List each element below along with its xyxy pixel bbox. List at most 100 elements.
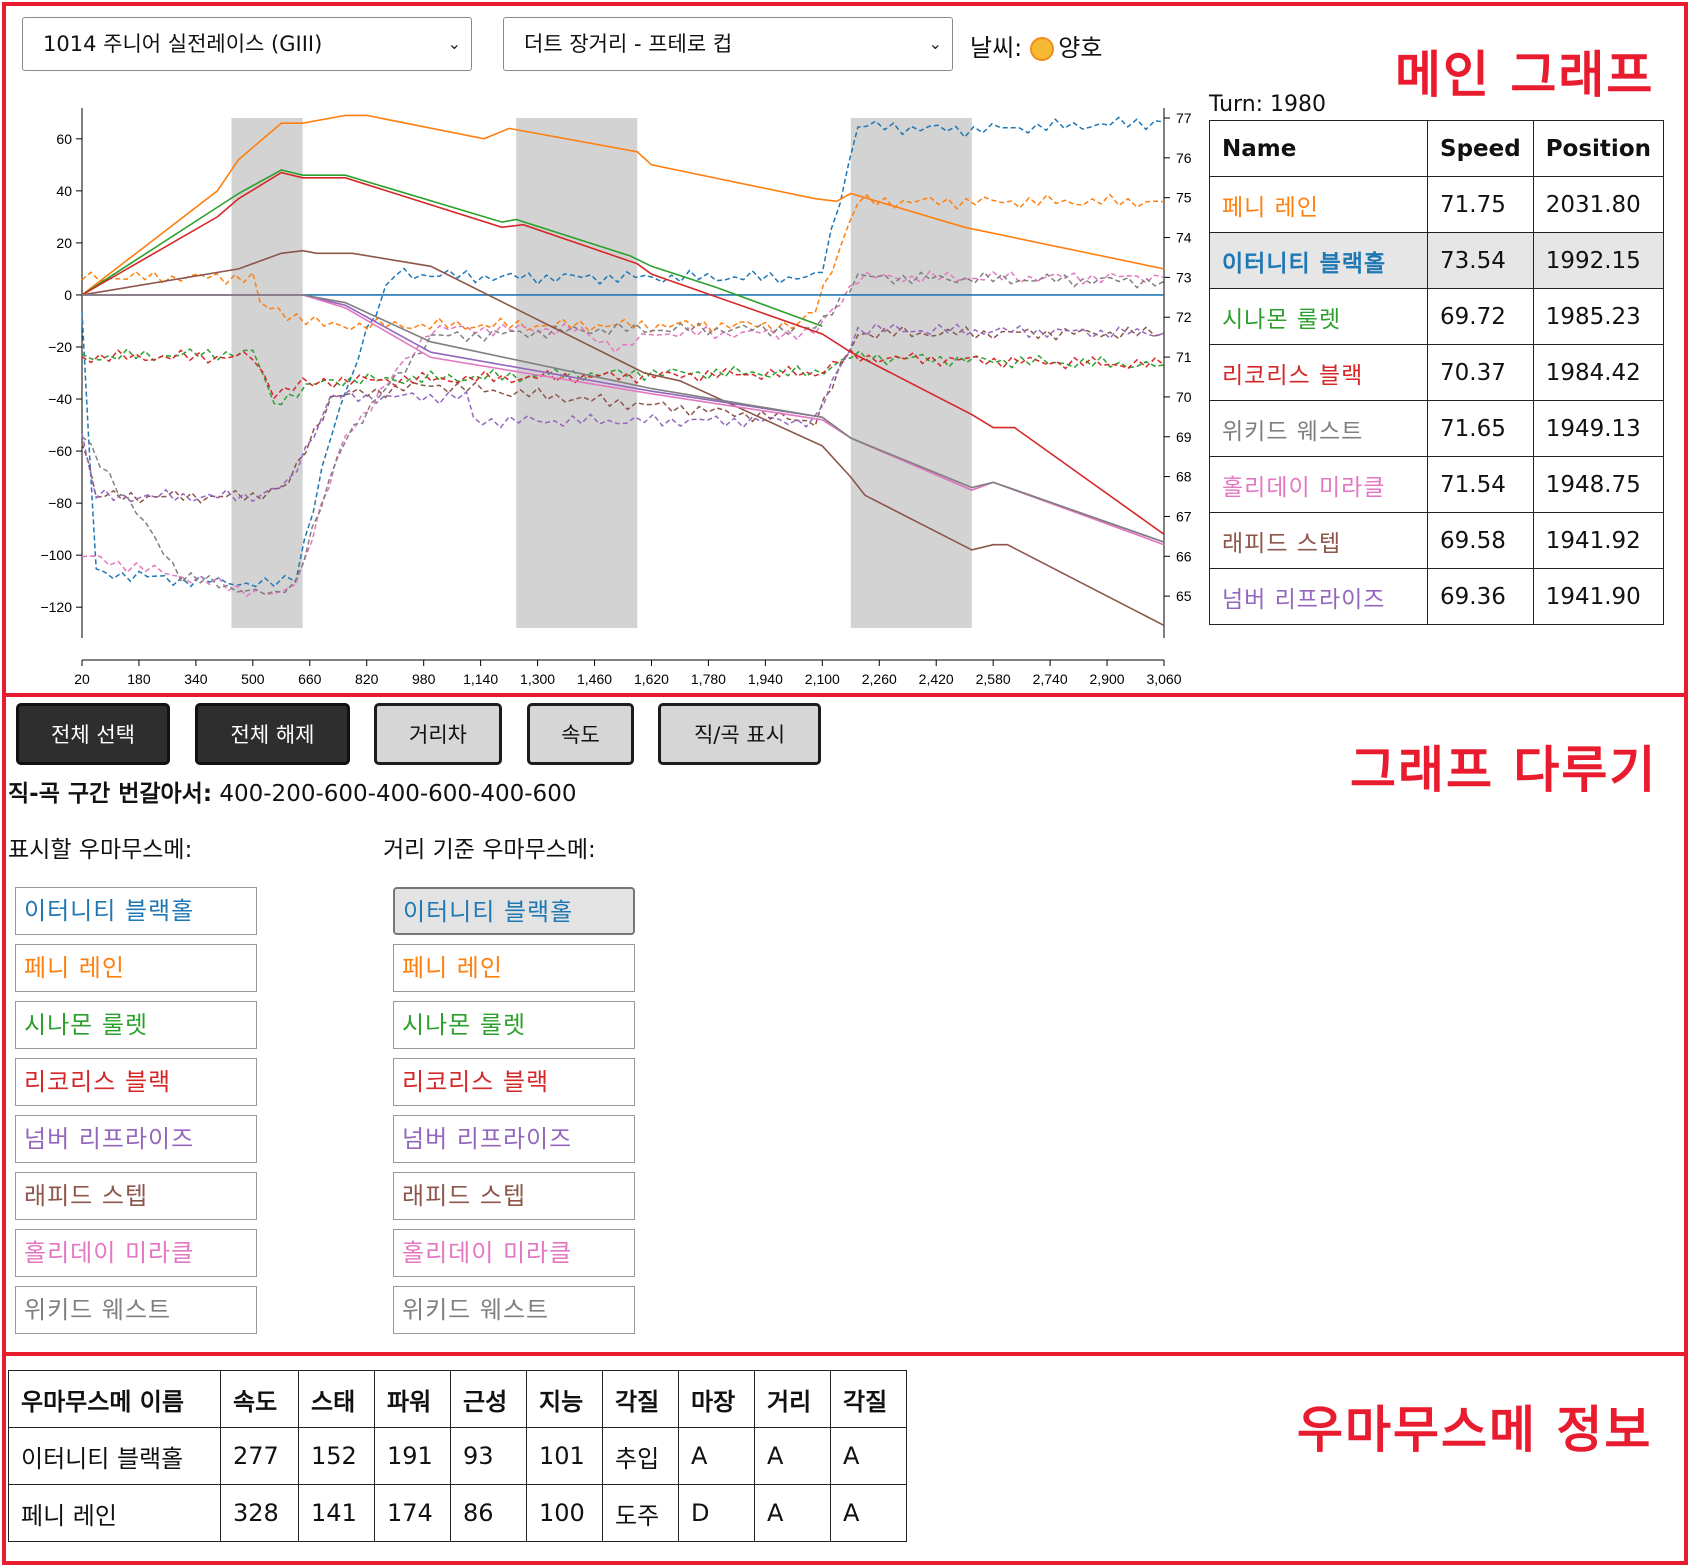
x-tick-label: 980 [412,671,436,687]
info-cell: 152 [298,1427,375,1485]
main-graph-title: 메인 그래프 [1395,46,1655,104]
ranking-cell-name: 페니 레인 [1209,176,1428,233]
display-horse-item[interactable]: 시나몬 룰렛 [15,1001,257,1049]
ranking-cell-name: 시나몬 룰렛 [1209,288,1428,345]
info-header-cell: 스태 [298,1370,375,1428]
display-horse-item[interactable]: 래피드 스텝 [15,1172,257,1220]
display-horse-item[interactable]: 리코리스 블랙 [15,1058,257,1106]
x-tick-label: 3,060 [1146,671,1181,687]
chevron-down-icon: ⌄ [928,34,942,53]
x-tick-label: 820 [355,671,379,687]
speed-button[interactable]: 속도 [527,703,634,765]
info-cell: A [754,1427,831,1485]
corner-section [231,118,303,628]
reference-horse-item[interactable]: 래피드 스텝 [393,1172,635,1220]
info-header-cell: 각질 [602,1370,679,1428]
reference-horse-item[interactable]: 위키드 웨스트 [393,1286,635,1334]
info-cell: 191 [374,1427,451,1485]
x-tick-label: 340 [184,671,208,687]
reference-horse-item[interactable]: 이터니티 블랙홀 [393,887,635,935]
straight-curve-button[interactable]: 직/곡 표시 [658,703,821,765]
x-tick-label: 2,260 [862,671,897,687]
deselect-all-button[interactable]: 전체 해제 [195,703,350,765]
reference-horse-item[interactable]: 넘버 리프라이즈 [393,1115,635,1163]
y-left-tick-label: −60 [48,443,72,459]
info-cell: 101 [526,1427,603,1485]
display-horse-item[interactable]: 페니 레인 [15,944,257,992]
ranking-cell-name: 래피드 스텝 [1209,512,1428,569]
ranking-row: 넘버 리프라이즈 69.36 1941.90 [1209,568,1665,625]
turn-label: Turn: 1980 [1209,92,1327,117]
info-cell: 93 [450,1427,527,1485]
x-tick-label: 2,580 [976,671,1011,687]
ranking-header-name: Name [1209,120,1428,177]
y-right-tick-label: 70 [1176,389,1192,405]
info-cell: 추입 [602,1427,679,1485]
track-select[interactable]: 더트 장거리 - 프테로 컵 ⌄ [503,17,953,71]
display-list-label: 표시할 우마무스메: [8,837,193,863]
ranking-cell-position: 1992.15 [1532,232,1665,289]
ranking-cell-position: 2031.80 [1532,176,1665,233]
ranking-cell-speed: 69.72 [1427,288,1534,345]
ranking-cell-speed: 70.37 [1427,344,1534,401]
reference-horse-item[interactable]: 홀리데이 미라클 [393,1229,635,1277]
ranking-cell-name: 리코리스 블랙 [1209,344,1428,401]
distance-gap-button[interactable]: 거리차 [374,703,502,765]
y-right-tick-label: 66 [1176,548,1192,564]
distance-series-line [81,169,823,327]
display-horse-item[interactable]: 넘버 리프라이즈 [15,1115,257,1163]
y-left-tick-label: −120 [40,599,72,615]
y-left-tick-label: −40 [48,391,72,407]
info-cell: 페니 레인 [8,1484,221,1542]
x-tick-label: 1,300 [520,671,555,687]
info-table: 우마무스메 이름 속도 스태 파워 근성 지능 각질 마장 거리 각질 이터니티 블랙홀 277 15… [8,1370,907,1542]
display-horse-item[interactable]: 홀리데이 미라클 [15,1229,257,1277]
x-tick-label: 660 [298,671,322,687]
ranking-cell-speed: 73.54 [1427,232,1534,289]
info-header-row: 우마무스메 이름 속도 스태 파워 근성 지능 각질 마장 거리 각질 [8,1370,907,1428]
ranking-cell-speed: 71.54 [1427,456,1534,513]
y-left-tick-label: −20 [48,339,72,355]
info-cell: A [754,1484,831,1542]
reference-horse-item[interactable]: 시나몬 룰렛 [393,1001,635,1049]
y-right-tick-label: 69 [1176,429,1192,445]
y-right-tick-label: 74 [1176,230,1192,246]
info-header-cell: 속도 [220,1370,299,1428]
info-header-cell: 마장 [678,1370,755,1428]
y-right-tick-label: 68 [1176,469,1192,485]
info-header-cell: 지능 [526,1370,603,1428]
reference-horse-item[interactable]: 리코리스 블랙 [393,1058,635,1106]
ranking-header-row: Name Speed Position [1209,120,1665,177]
info-cell: 141 [298,1484,375,1542]
reference-horse-item[interactable]: 페니 레인 [393,944,635,992]
track-select-value: 더트 장거리 - 프테로 컵 [524,32,733,56]
ranking-cell-speed: 71.65 [1427,400,1534,457]
x-tick-label: 1,780 [691,671,726,687]
ranking-cell-speed: 69.58 [1427,512,1534,569]
ranking-cell-speed: 69.36 [1427,568,1534,625]
ranking-row: 위키드 웨스트 71.65 1949.13 [1209,400,1665,457]
info-cell: A [678,1427,755,1485]
sun-icon [1030,37,1055,61]
ranking-row: 시나몬 룰렛 69.72 1985.23 [1209,288,1665,345]
info-cell: A [830,1427,907,1485]
x-tick-label: 2,900 [1090,671,1125,687]
info-cell: 174 [374,1484,451,1542]
corner-section [850,118,972,628]
ranking-row: 이터니티 블랙홀 73.54 1992.15 [1209,232,1665,289]
display-horse-item[interactable]: 이터니티 블랙홀 [15,887,257,935]
race-select[interactable]: 1014 주니어 실전레이스 (GIII) ⌄ [22,17,472,71]
x-tick-label: 20 [74,671,90,687]
info-row: 이터니티 블랙홀 277 152 191 93 101 추입 A A A [8,1427,907,1485]
info-header-cell: 파워 [374,1370,451,1428]
x-tick-label: 1,460 [577,671,612,687]
y-left-tick-label: −100 [40,547,72,563]
display-horse-item[interactable]: 위키드 웨스트 [15,1286,257,1334]
info-row: 페니 레인 328 141 174 86 100 도주 D A A [8,1484,907,1542]
y-left-tick-label: 20 [56,235,72,251]
x-tick-label: 1,140 [463,671,498,687]
y-right-tick-label: 71 [1176,349,1192,365]
y-left-tick-label: 60 [56,131,72,147]
select-all-button[interactable]: 전체 선택 [16,703,170,765]
race-select-value: 1014 주니어 실전레이스 (GIII) [43,32,323,56]
